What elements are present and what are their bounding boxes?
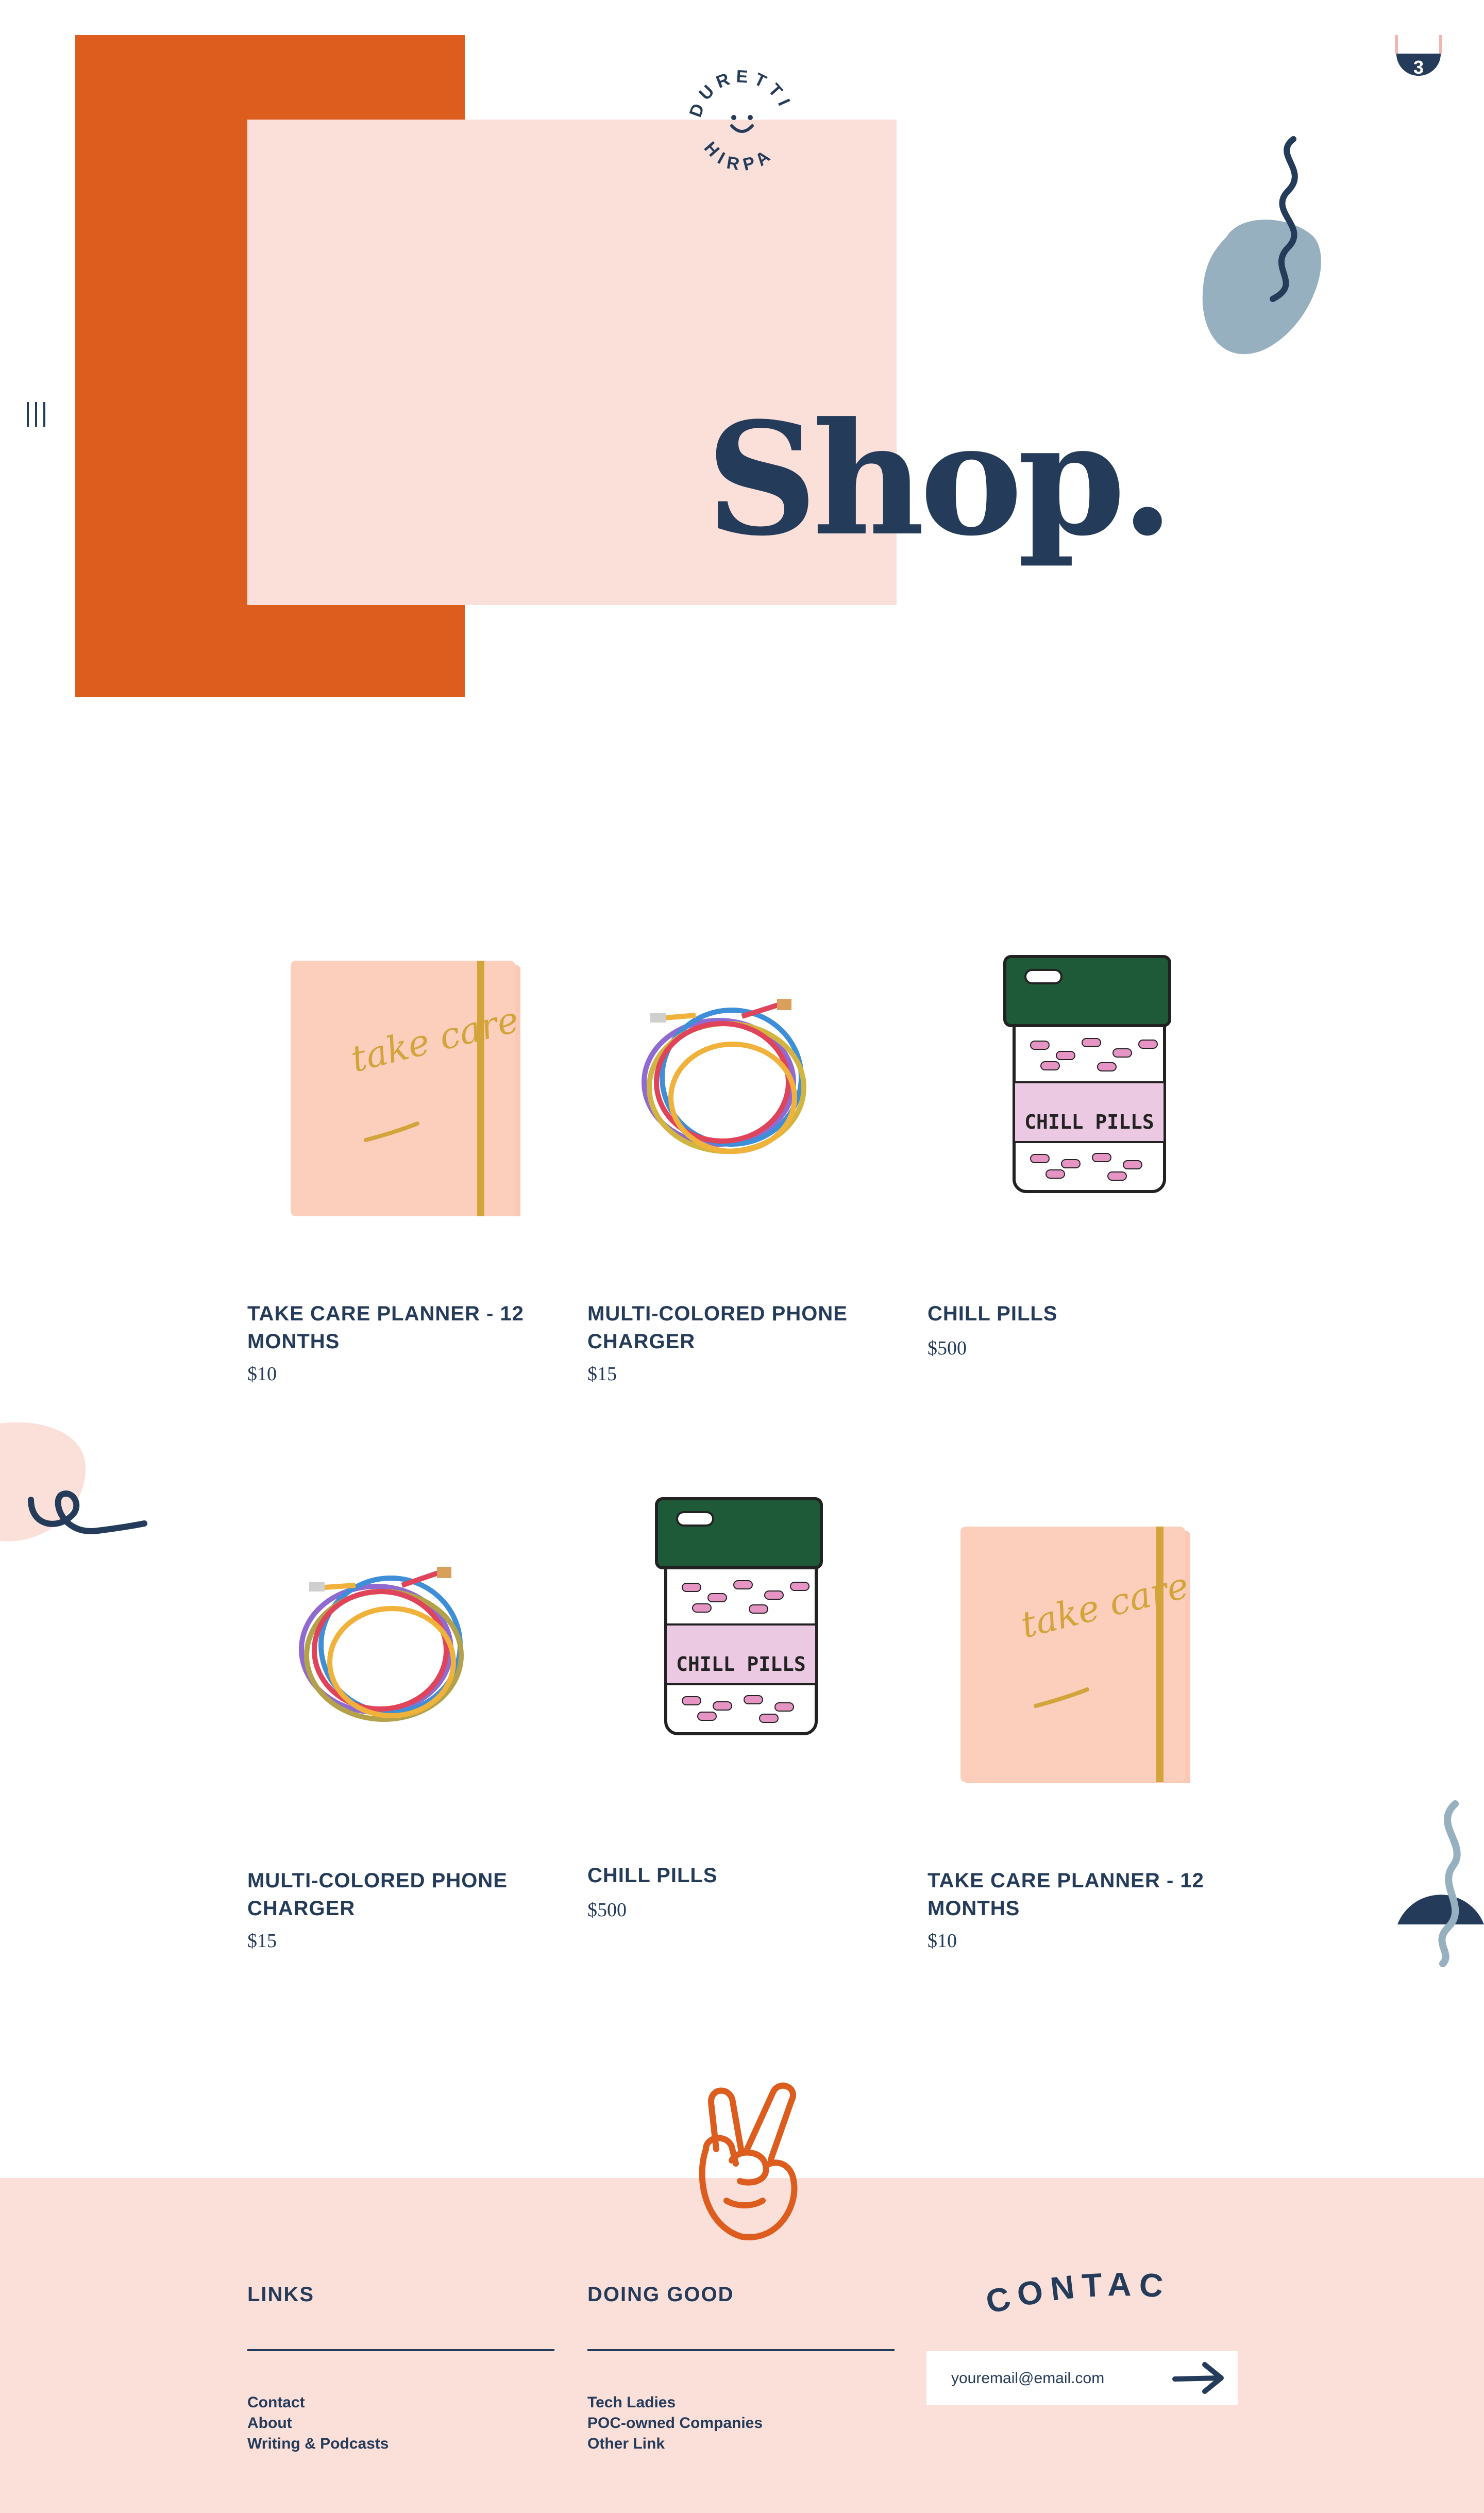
- product-price: $10: [927, 1930, 957, 1952]
- svg-text:HIRPA: HIRPA: [700, 138, 779, 175]
- product-price: $10: [247, 1363, 277, 1385]
- email-input[interactable]: [950, 2365, 1169, 2392]
- product-name[interactable]: TAKE CARE PLANNER - 12 MONTHS: [247, 1300, 526, 1355]
- pills-label-text: CHILL PILLS: [676, 1653, 806, 1676]
- pills-label-text: CHILL PILLS: [1024, 1111, 1154, 1133]
- footer-links-divider: [247, 2349, 554, 2351]
- footer-good-heading: DOING GOOD: [587, 2283, 734, 2306]
- swirl-decor-left: [0, 1422, 155, 1556]
- product-price: $15: [247, 1930, 277, 1952]
- newsletter-form: [926, 2351, 1238, 2405]
- product-price: $15: [587, 1363, 617, 1385]
- footer-link-poc-companies[interactable]: POC-owned Companies: [587, 2413, 763, 2434]
- product-price: $500: [587, 1899, 627, 1921]
- product-name[interactable]: CHILL PILLS: [927, 1300, 1206, 1328]
- brand-logo[interactable]: DURETTI HIRPA: [680, 62, 804, 186]
- footer-link-about[interactable]: About: [247, 2413, 389, 2434]
- page-title: Shop.: [706, 388, 1174, 570]
- menu-icon[interactable]: [25, 402, 48, 428]
- semicircle-squiggle-decor: [1391, 1799, 1484, 1969]
- submit-arrow-button[interactable]: [1171, 2360, 1227, 2395]
- footer-good-list: Tech Ladies POC-owned Companies Other Li…: [587, 2392, 763, 2454]
- svg-text:DURETTI: DURETTI: [686, 66, 796, 120]
- product-name[interactable]: MULTI-COLORED PHONE CHARGER: [587, 1300, 866, 1355]
- footer-link-contact[interactable]: Contact: [247, 2392, 389, 2413]
- svg-text:CONTACT: CONTACT: [984, 2257, 1172, 2319]
- product-image-charger[interactable]: [247, 1495, 526, 1783]
- footer-link-tech-ladies[interactable]: Tech Ladies: [587, 2392, 763, 2413]
- cart-icon[interactable]: 3: [1389, 31, 1448, 88]
- product-image-planner[interactable]: take care: [247, 928, 526, 1221]
- footer-link-writing[interactable]: Writing & Podcasts: [247, 2434, 389, 2454]
- peace-hand-icon: [675, 2072, 809, 2247]
- footer-links-list: Contact About Writing & Podcasts: [247, 2392, 389, 2454]
- product-image-planner[interactable]: take care: [927, 1495, 1206, 1787]
- footer-link-other[interactable]: Other Link: [587, 2434, 763, 2454]
- footer-good-divider: [587, 2349, 895, 2351]
- product-image-charger[interactable]: [587, 928, 866, 1216]
- product-image-chill-pills[interactable]: CHILL PILLS: [587, 1495, 866, 1783]
- product-price: $500: [927, 1337, 967, 1359]
- product-image-chill-pills[interactable]: CHILL PILLS: [927, 928, 1206, 1216]
- footer-links-heading: LINKS: [247, 2283, 314, 2306]
- product-name[interactable]: CHILL PILLS: [587, 1862, 866, 1889]
- product-name[interactable]: MULTI-COLORED PHONE CHARGER: [247, 1867, 526, 1922]
- blob-squiggle-decor: [1195, 134, 1329, 361]
- contact-heading: CONTACT: [970, 2227, 1180, 2321]
- product-name[interactable]: TAKE CARE PLANNER - 12 MONTHS: [927, 1867, 1206, 1922]
- cart-count-badge: 3: [1413, 57, 1424, 78]
